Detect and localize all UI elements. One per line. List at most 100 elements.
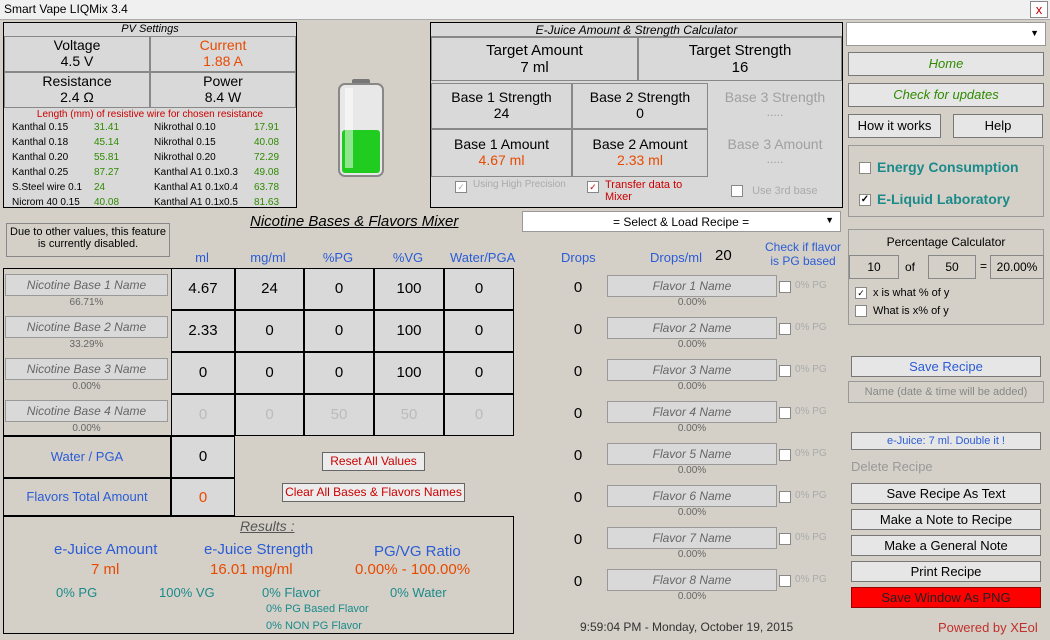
flavor-name-input[interactable]: Flavor 2 Name — [607, 317, 777, 339]
base-name-input[interactable]: Nicotine Base 3 Name — [5, 358, 168, 380]
pc-y-input[interactable]: 50 — [928, 255, 976, 279]
flavor-drops[interactable]: 0 — [568, 489, 588, 506]
base-water-cell[interactable]: 0 — [444, 268, 514, 310]
lab-checkbox[interactable]: ✓ — [859, 194, 871, 207]
base-pg-cell[interactable]: 0 — [304, 352, 374, 394]
pc-x-input[interactable]: 10 — [849, 255, 899, 279]
flavor-name-input[interactable]: Flavor 5 Name — [607, 443, 777, 465]
flavor-drops[interactable]: 0 — [568, 363, 588, 380]
current-value: 1.88 A — [203, 53, 243, 69]
base-name-input[interactable]: Nicotine Base 4 Name — [5, 400, 168, 422]
energy-checkbox[interactable] — [859, 162, 871, 175]
flavor-name-input[interactable]: Flavor 6 Name — [607, 485, 777, 507]
drops-header: Drops — [561, 250, 596, 265]
base-mg-cell[interactable]: 0 — [235, 394, 304, 436]
base-water-cell[interactable]: 0 — [444, 310, 514, 352]
flavors-total-label-cell: Flavors Total Amount — [3, 478, 171, 516]
result-flavor: 0% Flavor — [262, 585, 321, 600]
note-general-button[interactable]: Make a General Note — [851, 535, 1041, 556]
flavor-drops[interactable]: 0 — [568, 447, 588, 464]
base-mg-cell[interactable]: 24 — [235, 268, 304, 310]
save-recipe-button[interactable]: Save Recipe — [851, 356, 1041, 377]
resistance-cell[interactable]: Resistance 2.4 Ω — [4, 72, 150, 108]
base2-strength-cell[interactable]: Base 2 Strength 0 — [572, 83, 708, 129]
base1-strength-label: Base 1 Strength — [451, 89, 552, 105]
flavor-name-input[interactable]: Flavor 8 Name — [607, 569, 777, 591]
recipe-name-input[interactable]: Name (date & time will be added) — [848, 381, 1044, 403]
target-amount-cell[interactable]: Target Amount 7 ml — [431, 37, 638, 81]
flavor-pg-checkbox[interactable] — [779, 407, 791, 419]
flavor-drops[interactable]: 0 — [568, 279, 588, 296]
save-png-button[interactable]: Save Window As PNG — [851, 587, 1041, 608]
water-value[interactable]: 0 — [171, 436, 235, 478]
reset-all-button[interactable]: Reset All Values — [322, 452, 425, 471]
base-pg-cell[interactable]: 50 — [304, 394, 374, 436]
transfer-mixer-label: Transfer data to Mixer — [605, 179, 683, 203]
resistance-value: 2.4 Ω — [60, 89, 94, 105]
flavor-drops[interactable]: 0 — [568, 321, 588, 338]
pc-option-2-checkbox[interactable] — [855, 305, 867, 318]
flavor-drops[interactable]: 0 — [568, 573, 588, 590]
flavor-pg-checkbox[interactable] — [779, 575, 791, 587]
third-base-option[interactable]: Use 3rd base — [731, 185, 841, 198]
flavor-pg-checkbox[interactable] — [779, 449, 791, 461]
lab-option[interactable]: ✓ E-Liquid Laboratory — [859, 191, 1010, 207]
base-vg-cell[interactable]: 100 — [374, 268, 444, 310]
flavor-drops[interactable]: 0 — [568, 531, 588, 548]
flavor-name-input[interactable]: Flavor 7 Name — [607, 527, 777, 549]
base-water-cell[interactable]: 0 — [444, 394, 514, 436]
base1-strength-cell[interactable]: Base 1 Strength 24 — [431, 83, 572, 129]
help-button[interactable]: Help — [953, 114, 1043, 138]
pgvg-ratio-value: 0.00% - 100.00% — [355, 561, 471, 578]
flavor-pg-checkbox[interactable] — [779, 281, 791, 293]
base-name-input[interactable]: Nicotine Base 1 Name — [5, 274, 168, 296]
transfer-mixer-option[interactable]: ✓ Transfer data to Mixer — [587, 179, 707, 203]
save-text-button[interactable]: Save Recipe As Text — [851, 483, 1041, 504]
base-pg-cell[interactable]: 0 — [304, 310, 374, 352]
flavor-drops[interactable]: 0 — [568, 405, 588, 422]
base-pg-cell[interactable]: 0 — [304, 268, 374, 310]
base-mg-cell[interactable]: 0 — [235, 352, 304, 394]
note-recipe-button[interactable]: Make a Note to Recipe — [851, 509, 1041, 530]
pv-settings-title: PV Settings — [121, 23, 179, 35]
base2-amount-value: 2.33 ml — [617, 152, 663, 168]
clear-names-button[interactable]: Clear All Bases & Flavors Names — [282, 483, 465, 502]
results-title: Results : — [240, 518, 295, 534]
pc-option-2-label: What is x% of y — [873, 305, 949, 317]
energy-option[interactable]: Energy Consumption — [859, 159, 1019, 175]
close-button[interactable]: x — [1030, 1, 1048, 18]
target-strength-cell[interactable]: Target Strength 16 — [638, 37, 842, 81]
base-name-input[interactable]: Nicotine Base 2 Name — [5, 316, 168, 338]
flavor-name-input[interactable]: Flavor 1 Name — [607, 275, 777, 297]
flavor-name-input[interactable]: Flavor 3 Name — [607, 359, 777, 381]
base-vg-cell[interactable]: 100 — [374, 310, 444, 352]
transfer-mixer-checkbox[interactable]: ✓ — [587, 181, 599, 193]
base-water-cell[interactable]: 0 — [444, 352, 514, 394]
home-button[interactable]: Home — [848, 52, 1044, 76]
high-precision-checkbox[interactable]: ✓ — [455, 181, 467, 193]
window-title: Smart Vape LIQMix 3.4 — [4, 2, 128, 16]
dropsml-value[interactable]: 20 — [715, 247, 732, 264]
high-precision-option[interactable]: ✓ Using High Precision — [455, 179, 575, 193]
check-updates-button[interactable]: Check for updates — [848, 83, 1044, 107]
flavor-name-input[interactable]: Flavor 4 Name — [607, 401, 777, 423]
base-vg-cell[interactable]: 50 — [374, 394, 444, 436]
third-base-checkbox[interactable] — [731, 185, 743, 198]
delete-recipe-button[interactable]: Delete Recipe — [851, 459, 933, 474]
flavor-pg-checkbox[interactable] — [779, 491, 791, 503]
mode-panel: Energy Consumption ✓ E-Liquid Laboratory — [848, 145, 1044, 217]
pc-option-2[interactable]: What is x% of y — [855, 305, 949, 318]
recipe-select[interactable]: = Select & Load Recipe = ▼ — [522, 211, 841, 232]
base-mg-cell[interactable]: 0 — [235, 310, 304, 352]
flavor-pg-checkbox[interactable] — [779, 533, 791, 545]
pc-option-1-checkbox[interactable]: ✓ — [855, 287, 867, 300]
print-recipe-button[interactable]: Print Recipe — [851, 561, 1041, 582]
flavor-pg-checkbox[interactable] — [779, 365, 791, 377]
how-it-works-button[interactable]: How it works — [848, 114, 941, 138]
pc-option-1[interactable]: ✓ x is what % of y — [855, 287, 949, 300]
top-dropdown[interactable]: ▼ — [846, 22, 1046, 46]
base-vg-cell[interactable]: 100 — [374, 352, 444, 394]
voltage-cell[interactable]: Voltage 4.5 V — [4, 36, 150, 72]
double-it-button[interactable]: e-Juice: 7 ml. Double it ! — [851, 432, 1041, 450]
flavor-pg-checkbox[interactable] — [779, 323, 791, 335]
